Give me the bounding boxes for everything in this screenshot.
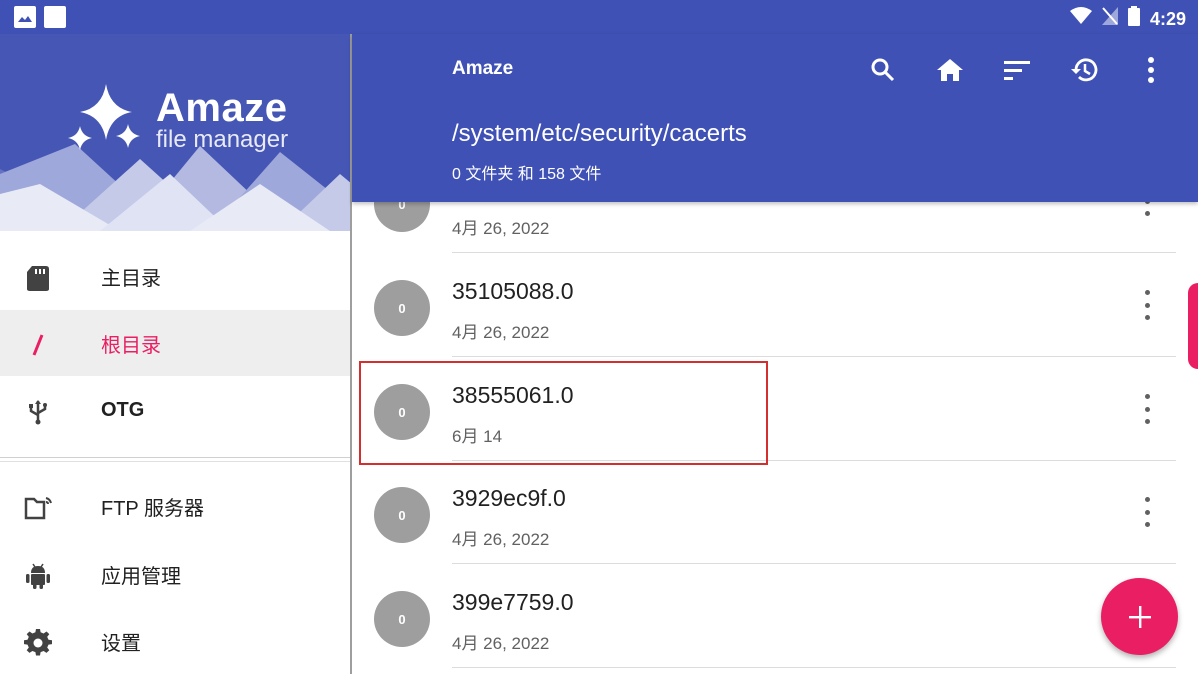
- row-divider: [452, 667, 1176, 668]
- no-sim-icon: [1101, 7, 1118, 31]
- file-date: 4月 26, 2022: [452, 530, 550, 549]
- logo-subtitle: file manager: [156, 126, 289, 153]
- file-avatar: 0: [374, 384, 430, 440]
- drawer-header: Amaze file manager: [0, 34, 352, 231]
- status-bar: 4:29: [0, 0, 1198, 34]
- app-root: 4:29 Amaze file manager 主目录 根目录 OTG FTP …: [0, 0, 1198, 674]
- gear-icon: [24, 628, 52, 657]
- file-name: 399e7759.0: [452, 589, 574, 615]
- slash-icon: [24, 331, 52, 359]
- more-vert-icon[interactable]: [1138, 394, 1156, 424]
- sd-card-icon: [24, 264, 52, 292]
- sort-icon: [1003, 61, 1030, 80]
- sort-button[interactable]: [983, 52, 1050, 88]
- drawer-item-label: 应用管理: [101, 565, 181, 588]
- item-count: 0 文件夹 和 158 文件: [452, 166, 602, 183]
- list-item[interactable]: 0 38555061.0 6月 14: [352, 358, 1198, 461]
- more-vert-icon[interactable]: [1138, 202, 1156, 216]
- drawer-item-label: 根目录: [101, 334, 161, 357]
- more-vert-icon[interactable]: [1138, 497, 1156, 527]
- battery-icon: [1127, 6, 1140, 32]
- list-item[interactable]: 0 3929ec9f.0 4月 26, 2022: [352, 461, 1198, 564]
- search-icon: [871, 58, 894, 82]
- more-vert-icon: [1147, 57, 1154, 83]
- usb-icon: [24, 398, 52, 426]
- current-path[interactable]: /system/etc/security/cacerts: [452, 120, 747, 148]
- row-divider: [452, 563, 1176, 564]
- more-vert-icon[interactable]: [1138, 290, 1156, 320]
- file-list: 0 4月 26, 2022 0 35105088.0 4月 26, 2022 0…: [352, 202, 1198, 674]
- history-icon: [1070, 58, 1097, 82]
- notification-icons: [14, 6, 66, 28]
- system-status: 4:29: [1069, 6, 1186, 32]
- file-name: 35105088.0: [452, 278, 574, 304]
- logo-title: Amaze: [156, 86, 288, 130]
- list-item[interactable]: 0 35105088.0 4月 26, 2022: [352, 254, 1198, 357]
- home-icon: [936, 59, 963, 81]
- drawer-divider: [0, 457, 350, 458]
- drawer-item-root[interactable]: 根目录: [0, 310, 350, 376]
- app-bar: Amaze /system/etc/security/cacerts 0 文件夹…: [352, 34, 1198, 202]
- wifi-icon: [1069, 7, 1092, 31]
- clock: 4:29: [1149, 8, 1186, 29]
- home-button[interactable]: [916, 52, 983, 88]
- toolbar-actions: [849, 52, 1184, 88]
- ftp-folder-icon: [24, 494, 52, 522]
- plus-icon: [1128, 605, 1151, 628]
- android-icon: [24, 562, 52, 590]
- file-date: 4月 26, 2022: [452, 323, 550, 342]
- file-date: 4月 26, 2022: [452, 219, 550, 238]
- drawer-divider: [0, 461, 350, 462]
- list-item[interactable]: 0 4月 26, 2022: [352, 202, 1198, 253]
- app-title: Amaze: [452, 58, 514, 79]
- drawer-item-home[interactable]: 主目录: [0, 243, 350, 309]
- drawer-item-label: 主目录: [101, 267, 161, 290]
- row-divider: [452, 356, 1176, 357]
- drawer-item-ftp[interactable]: FTP 服务器: [0, 473, 350, 539]
- drawer-item-label: OTG: [101, 398, 145, 421]
- file-date: 6月 14: [452, 427, 503, 446]
- navigation-drawer: Amaze file manager 主目录 根目录 OTG FTP 服务器 应…: [0, 34, 352, 674]
- drawer-item-label: FTP 服务器: [101, 497, 204, 520]
- drawer-item-otg[interactable]: OTG: [0, 377, 350, 443]
- more-options-button[interactable]: [1117, 52, 1184, 88]
- file-avatar: 0: [374, 202, 430, 232]
- drawer-item-label: 设置: [101, 632, 141, 655]
- square-notification-icon: [44, 6, 66, 28]
- file-avatar: 0: [374, 280, 430, 336]
- search-button[interactable]: [849, 52, 916, 88]
- drawer-item-settings[interactable]: 设置: [0, 608, 350, 674]
- file-avatar: 0: [374, 591, 430, 647]
- add-fab-button[interactable]: [1101, 578, 1178, 655]
- image-notification-icon: [14, 6, 36, 28]
- drawer-item-app-manager[interactable]: 应用管理: [0, 541, 350, 607]
- file-name: 3929ec9f.0: [452, 485, 566, 511]
- row-divider: [452, 252, 1176, 253]
- edge-panel-handle[interactable]: [1188, 283, 1198, 369]
- file-avatar: 0: [374, 487, 430, 543]
- list-item[interactable]: 0 399e7759.0 4月 26, 2022: [352, 565, 1198, 668]
- file-date: 4月 26, 2022: [452, 634, 550, 653]
- file-name: 38555061.0: [452, 382, 574, 408]
- sparkle-logo-icon: [68, 84, 140, 150]
- history-button[interactable]: [1050, 52, 1117, 88]
